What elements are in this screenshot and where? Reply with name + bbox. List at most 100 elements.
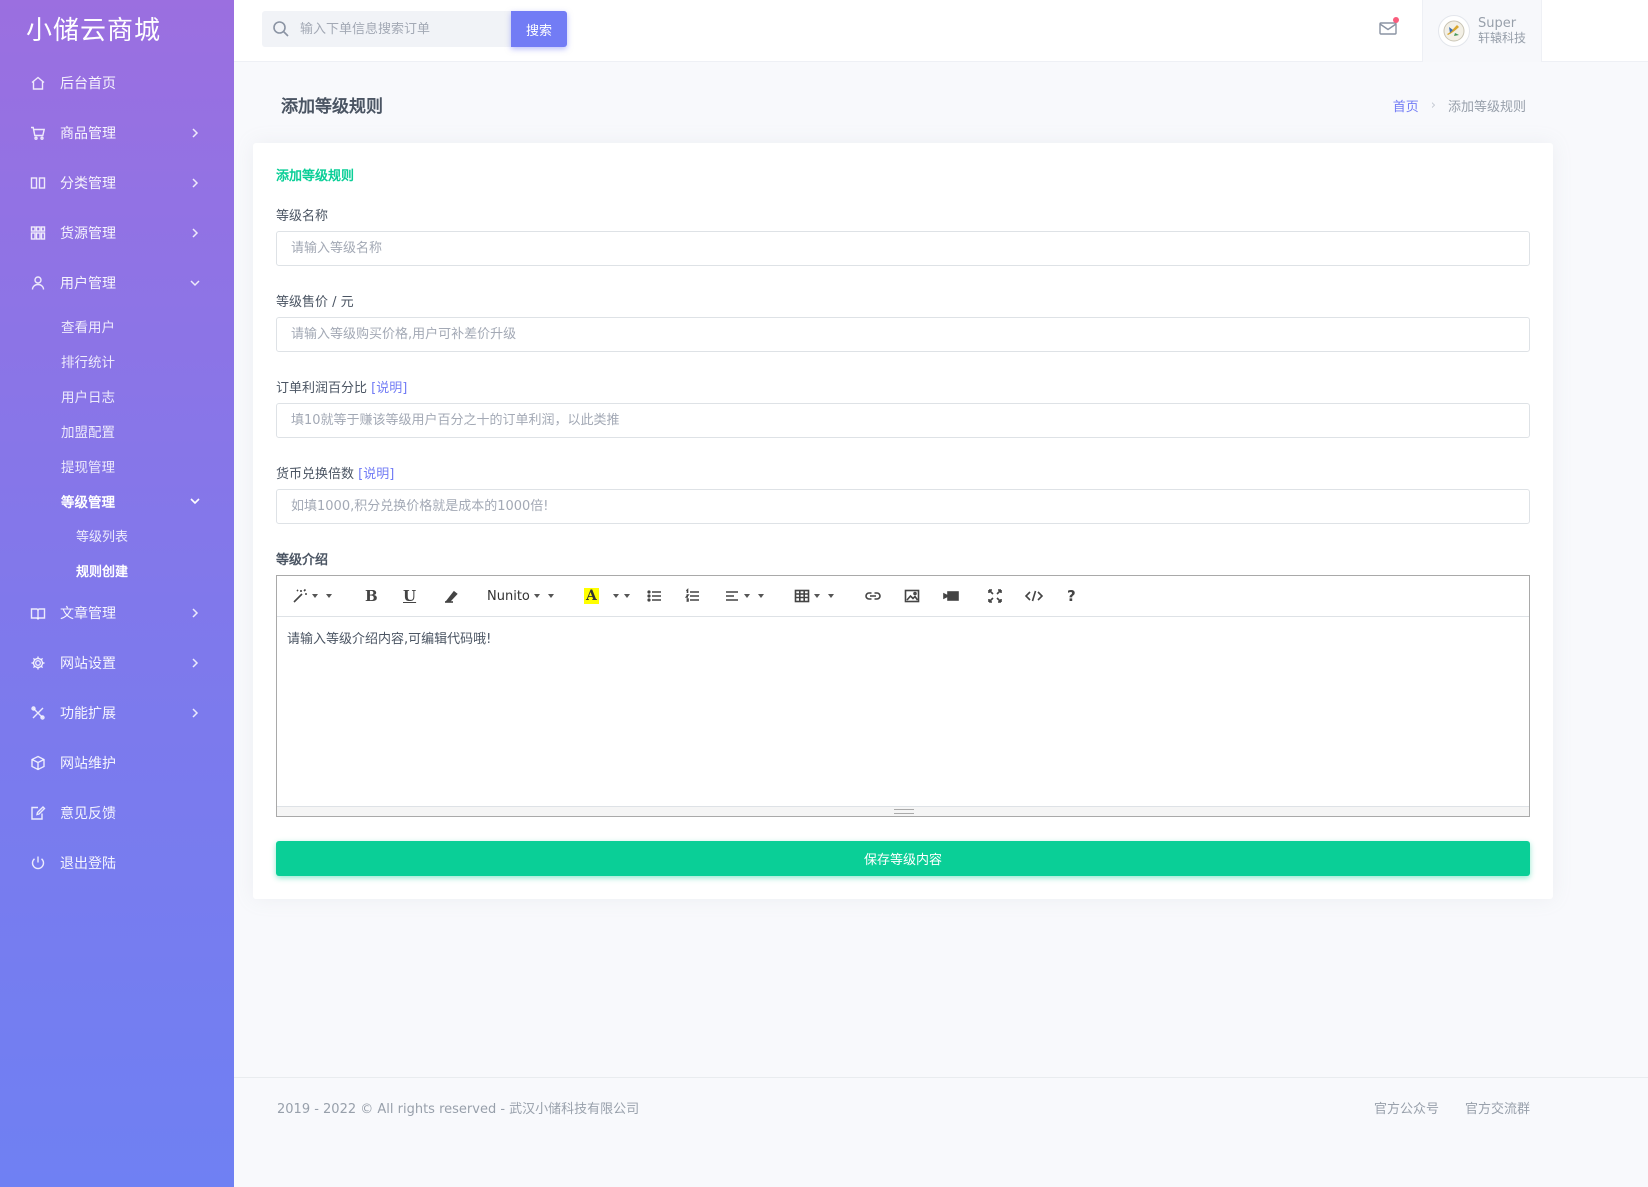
search-button[interactable]: 搜索 (511, 11, 567, 47)
user-icon (30, 275, 46, 291)
currency-multiplier-input[interactable] (276, 489, 1530, 524)
sidebar-subitem-ranking[interactable]: 排行统计 (0, 343, 234, 378)
sidebar-item-label: 分类管理 (60, 176, 116, 192)
link-icon (865, 592, 881, 600)
help-button[interactable]: ? (1067, 587, 1076, 605)
sidebar-item-categories[interactable]: 分类管理 (0, 158, 234, 208)
sidebar-item-label: 网站维护 (60, 756, 116, 772)
numbered-list-icon (685, 588, 699, 602)
page-title: 添加等级规则 (281, 97, 383, 117)
editor-resize-bar[interactable] (277, 806, 1529, 816)
edit-icon (30, 805, 46, 821)
font-family-dropdown[interactable]: Nunito (487, 587, 554, 605)
sidebar-item-label: 货源管理 (60, 226, 116, 242)
search-input[interactable] (300, 21, 500, 37)
level-name-input[interactable] (276, 231, 1530, 266)
level-price-label: 等级售价 / 元 (276, 295, 354, 310)
notifications-button[interactable] (1378, 17, 1400, 40)
video-icon (943, 591, 959, 601)
profit-help-link[interactable]: [说明] (371, 381, 407, 396)
highlight-color-button[interactable]: A (584, 587, 630, 605)
code-view-button[interactable] (1024, 587, 1044, 605)
table-dropdown[interactable] (794, 587, 834, 605)
user-menu[interactable]: Super 轩辕科技 (1422, 0, 1542, 62)
sidebar-item-sources[interactable]: 货源管理 (0, 208, 234, 258)
save-level-button[interactable]: 保存等级内容 (276, 841, 1530, 876)
sidebar-subitem-level-list[interactable]: 等级列表 (0, 518, 234, 553)
level-intro-label: 等级介绍 (276, 553, 329, 568)
style-dropdown[interactable] (292, 587, 332, 605)
sidebar-subitem-label: 等级管理 (61, 494, 115, 511)
highlight-icon: A (584, 588, 599, 604)
breadcrumb-home-link[interactable]: 首页 (1393, 96, 1419, 115)
sidebar-subitem-level-management[interactable]: 等级管理 (0, 483, 234, 518)
avatar (1438, 15, 1470, 47)
insert-video-button[interactable] (943, 587, 959, 605)
chevron-right-icon (188, 606, 202, 620)
sidebar-item-products[interactable]: 商品管理 (0, 108, 234, 158)
sidebar-subitem-withdraw[interactable]: 提现管理 (0, 448, 234, 483)
currency-help-link[interactable]: [说明] (358, 467, 394, 482)
breadcrumb-current: 添加等级规则 (1447, 100, 1526, 115)
resize-grip-icon (894, 809, 914, 814)
sidebar-item-label: 商品管理 (60, 126, 116, 142)
editor-content-area[interactable]: 请输入等级介绍内容,可编辑代码哦! (277, 617, 1529, 806)
footer-links: 官方公众号 官方交流群 (1374, 1098, 1530, 1117)
expand-icon (988, 589, 1002, 603)
sidebar-subitem-view-users[interactable]: 查看用户 (0, 308, 234, 343)
chevron-right-icon (188, 226, 202, 240)
sidebar-item-logout[interactable]: 退出登陆 (0, 838, 234, 888)
ordered-list-button[interactable] (685, 587, 701, 605)
sidebar-item-feedback[interactable]: 意见反馈 (0, 788, 234, 838)
rich-text-editor: B U Nunito A ? 请输入等级介绍内容,可编辑代码哦! (276, 575, 1530, 817)
sidebar-subitem-rule-create[interactable]: 规则创建 (0, 553, 234, 588)
level-price-input[interactable] (276, 317, 1530, 352)
footer-link-community-group[interactable]: 官方交流群 (1465, 1098, 1530, 1117)
insert-image-button[interactable] (904, 587, 920, 605)
magic-wand-icon (293, 588, 307, 603)
sidebar: 小储云商城 后台首页 商品管理 分类管理 货源管理 用户管理 查看用户 排行统计… (0, 0, 234, 1187)
image-icon (904, 589, 920, 603)
sidebar-item-label: 功能扩展 (60, 706, 116, 722)
sidebar-item-home[interactable]: 后台首页 (0, 58, 234, 108)
sidebar-item-maintenance[interactable]: 网站维护 (0, 738, 234, 788)
grid-icon (30, 225, 46, 241)
chevron-right-icon (188, 126, 202, 140)
sidebar-item-articles[interactable]: 文章管理 (0, 588, 234, 638)
fullscreen-button[interactable] (987, 587, 1003, 605)
box-icon (30, 755, 46, 771)
sidebar-item-label: 后台首页 (60, 76, 116, 92)
search-icon (273, 21, 289, 37)
cart-icon (30, 125, 46, 141)
footer-link-official-account[interactable]: 官方公众号 (1374, 1098, 1439, 1117)
tools-icon (30, 705, 46, 721)
order-search: 搜索 (262, 11, 567, 47)
level-rule-form-card: 添加等级规则 等级名称 等级售价 / 元 订单利润百分比 [说明] 货币兑换倍数… (253, 143, 1553, 899)
sidebar-item-site-settings[interactable]: 网站设置 (0, 638, 234, 688)
sidebar-item-label: 意见反馈 (60, 806, 116, 822)
editor-toolbar: B U Nunito A ? (277, 576, 1529, 617)
underline-button[interactable]: U (403, 587, 416, 605)
app-logo[interactable]: 小储云商城 (0, 0, 234, 58)
insert-link-button[interactable] (865, 587, 881, 605)
currency-multiplier-label: 货币兑换倍数 [说明] (276, 463, 394, 482)
code-icon (1024, 590, 1044, 602)
sidebar-subitem-user-log[interactable]: 用户日志 (0, 378, 234, 413)
columns-icon (30, 175, 46, 191)
gear-icon (30, 655, 46, 671)
unordered-list-button[interactable] (647, 587, 663, 605)
chevron-down-icon (188, 276, 202, 290)
sidebar-item-users[interactable]: 用户管理 (0, 258, 234, 308)
profit-percent-input[interactable] (276, 403, 1530, 438)
footer: 2019 - 2022 © All rights reserved - 武汉小储… (234, 1077, 1648, 1187)
currency-multiplier-label-text: 货币兑换倍数 (276, 467, 355, 482)
sidebar-item-label: 退出登陆 (60, 856, 116, 872)
topbar: 搜索 Super 轩辕科技 (234, 0, 1648, 62)
sidebar-item-extensions[interactable]: 功能扩展 (0, 688, 234, 738)
paragraph-align-dropdown[interactable] (724, 587, 764, 605)
sidebar-subitem-franchise[interactable]: 加盟配置 (0, 413, 234, 448)
eraser-icon (445, 590, 458, 603)
clear-format-button[interactable] (443, 587, 459, 605)
bold-button[interactable]: B (365, 587, 378, 605)
copyright-text: 2019 - 2022 © All rights reserved - 武汉小储… (277, 1102, 640, 1117)
